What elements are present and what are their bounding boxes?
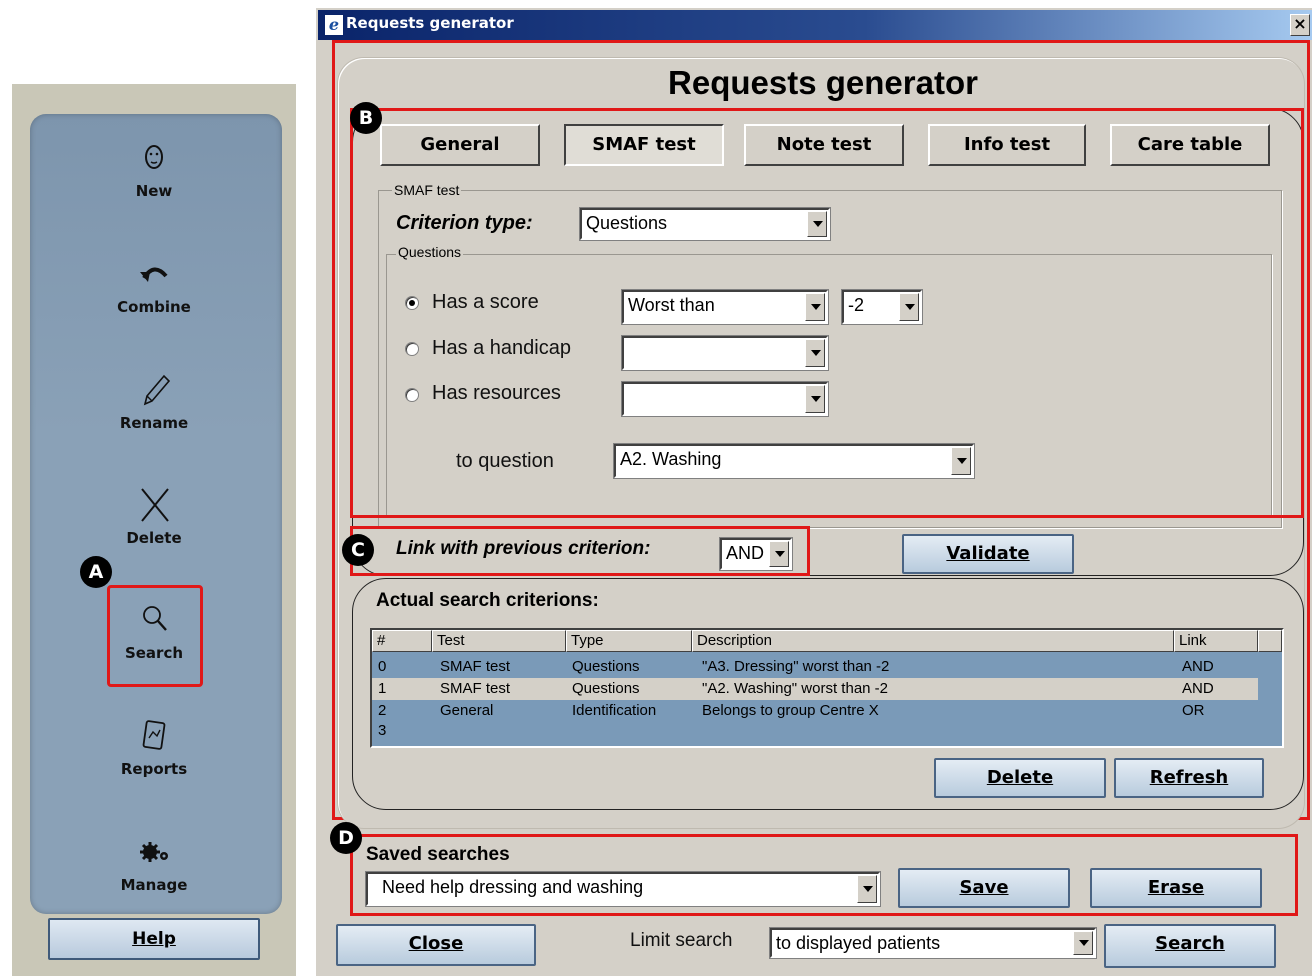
cell-num: 2 <box>378 702 387 719</box>
link-value: AND <box>726 543 765 563</box>
section-b-outline <box>350 108 1304 518</box>
reports-icon <box>142 720 166 750</box>
reports-button[interactable]: Reports <box>104 718 204 778</box>
page-title: Requests generator <box>668 64 978 101</box>
app-logo-icon: e <box>324 14 344 36</box>
close-button[interactable]: Close <box>336 924 536 966</box>
cell-description: "A2. Washing" worst than -2 <box>702 680 889 697</box>
table-row[interactable]: 1 SMAF test Questions "A2. Washing" wors… <box>372 678 1258 700</box>
criteria-table[interactable]: # Test Type Description Link 0 SMAF test… <box>370 628 1284 748</box>
combine-button[interactable]: Combine <box>104 256 204 316</box>
gears-icon <box>140 842 168 862</box>
search-button[interactable]: Search <box>1104 924 1276 968</box>
limit-search-select[interactable]: to displayed patients <box>769 927 1097 959</box>
reports-label: Reports <box>120 760 188 778</box>
actual-criteria-title: Actual search criterions: <box>376 590 599 611</box>
cell-num: 3 <box>378 722 387 739</box>
close-label: Close <box>408 933 464 954</box>
column-header-filler <box>1258 630 1282 652</box>
column-header-test[interactable]: Test <box>432 630 566 652</box>
cell-link: OR <box>1182 702 1205 719</box>
search-sidebar-button[interactable]: Search <box>104 602 204 662</box>
window-close-button[interactable]: × <box>1290 14 1310 36</box>
badge-c: C <box>342 534 374 566</box>
new-label: New <box>135 182 173 200</box>
delete-criterion-label: Delete <box>986 767 1054 788</box>
face-icon <box>145 145 163 169</box>
save-button[interactable]: Save <box>898 868 1070 908</box>
cell-test: General <box>440 702 494 719</box>
pencil-icon <box>143 374 171 406</box>
table-row[interactable]: 3 <box>372 720 1258 742</box>
save-label: Save <box>959 877 1009 898</box>
link-select[interactable]: AND <box>719 537 793 571</box>
cell-test: SMAF test <box>440 680 511 697</box>
help-button[interactable]: Help <box>48 918 260 960</box>
refresh-button[interactable]: Refresh <box>1114 758 1264 798</box>
window-title: Requests generator <box>346 14 514 32</box>
undo-arrow-icon <box>140 267 168 282</box>
column-header-link[interactable]: Link <box>1174 630 1258 652</box>
saved-searches-title: Saved searches <box>366 844 510 865</box>
manage-label: Manage <box>120 876 188 894</box>
cell-test: SMAF test <box>440 658 511 675</box>
rename-label: Rename <box>119 414 189 432</box>
combine-label: Combine <box>117 298 191 316</box>
badge-b: B <box>350 102 382 134</box>
search-button-label: Search <box>1155 933 1225 954</box>
chevron-down-icon[interactable] <box>857 875 877 903</box>
chevron-down-icon[interactable] <box>769 541 789 567</box>
x-icon <box>141 488 169 522</box>
delete-sidebar-button[interactable]: Delete <box>104 487 204 547</box>
badge-d: D <box>330 822 362 854</box>
cell-link: AND <box>1182 680 1214 697</box>
manage-button[interactable]: Manage <box>104 834 204 894</box>
column-header-description[interactable]: Description <box>692 630 1174 652</box>
refresh-label: Refresh <box>1149 767 1229 788</box>
delete-label: Delete <box>126 529 182 547</box>
cell-num: 0 <box>378 658 387 675</box>
erase-button[interactable]: Erase <box>1090 868 1262 908</box>
delete-criterion-button[interactable]: Delete <box>934 758 1106 798</box>
cell-link: AND <box>1182 658 1214 675</box>
erase-label: Erase <box>1147 877 1205 898</box>
validate-label: Validate <box>946 543 1030 564</box>
cell-num: 1 <box>378 680 387 697</box>
column-header-type[interactable]: Type <box>566 630 692 652</box>
saved-searches-select[interactable]: Need help dressing and washing <box>365 871 881 907</box>
help-label: Help <box>132 929 176 949</box>
limit-search-value: to displayed patients <box>776 933 941 953</box>
badge-a: A <box>80 556 112 588</box>
column-header-num[interactable]: # <box>372 630 432 652</box>
chevron-down-icon[interactable] <box>1073 931 1093 955</box>
saved-searches-value: Need help dressing and washing <box>382 877 644 897</box>
validate-button[interactable]: Validate <box>902 534 1074 574</box>
cell-description: Belongs to group Centre X <box>702 702 879 719</box>
limit-search-label: Limit search <box>630 930 733 951</box>
magnifier-icon <box>143 606 167 631</box>
cell-description: "A3. Dressing" worst than -2 <box>702 658 890 675</box>
table-row[interactable]: 2 General Identification Belongs to grou… <box>372 700 1258 722</box>
link-label: Link with previous criterion: <box>396 538 651 559</box>
cell-type: Identification <box>572 702 657 719</box>
cell-type: Questions <box>572 680 640 697</box>
cell-type: Questions <box>572 658 640 675</box>
table-row[interactable]: 0 SMAF test Questions "A3. Dressing" wor… <box>372 656 1258 678</box>
search-label: Search <box>124 644 184 662</box>
rename-button[interactable]: Rename <box>104 372 204 432</box>
new-button[interactable]: New <box>104 140 204 200</box>
